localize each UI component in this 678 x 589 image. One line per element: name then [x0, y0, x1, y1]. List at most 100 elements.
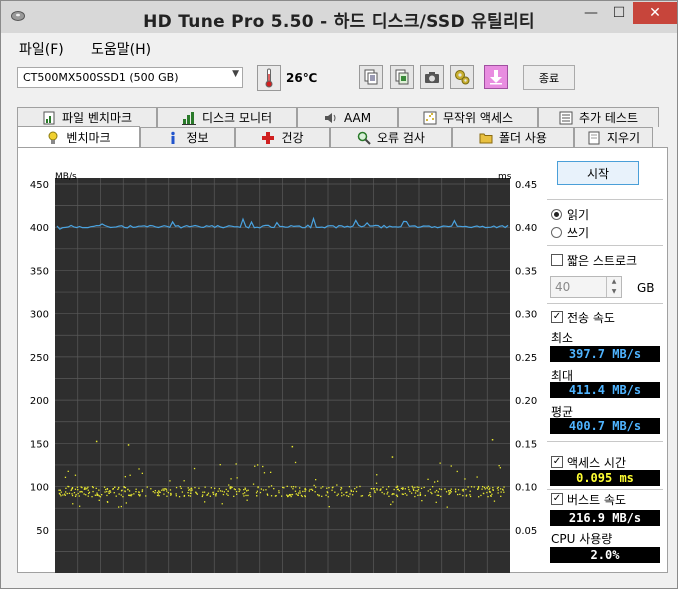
copy-text-button[interactable]	[359, 65, 383, 89]
access-time-point	[270, 471, 272, 473]
tab-disk-monitor[interactable]: 디스크 모니터	[157, 107, 297, 127]
access-time-point	[287, 495, 290, 497]
tab-error-scan[interactable]: 오류 검사	[330, 127, 452, 147]
chart-grid	[55, 178, 510, 573]
access-time-point	[59, 493, 61, 495]
access-time-point	[379, 489, 381, 491]
folder-icon	[479, 133, 493, 143]
access-time-point	[435, 489, 438, 492]
write-radio[interactable]	[551, 227, 562, 238]
access-time-point	[291, 445, 294, 448]
access-time-point	[247, 489, 249, 491]
access-time-point	[124, 476, 126, 478]
maximize-button[interactable]: ☐	[605, 2, 633, 24]
access-time-point	[198, 487, 200, 489]
burst-rate-checkbox[interactable]: ✓	[551, 493, 563, 505]
access-time-point	[129, 474, 131, 476]
tab-random-access[interactable]: 무작위 액세스	[398, 107, 538, 127]
tab-label: 정보	[186, 131, 209, 145]
close-button[interactable]: ✕	[633, 2, 677, 24]
access-time-point	[382, 486, 384, 488]
options-button[interactable]	[450, 65, 474, 89]
access-time-point	[156, 491, 159, 494]
transfer-rate-checkbox[interactable]: ✓	[551, 311, 563, 323]
tab-extra-tests[interactable]: 추가 테스트	[538, 107, 659, 127]
access-time-point	[190, 492, 192, 494]
access-time-point	[228, 484, 230, 486]
access-time-point	[381, 491, 383, 494]
access-time-point	[497, 486, 499, 488]
access-time-point	[74, 488, 77, 490]
tab-label: 디스크 모니터	[201, 111, 273, 125]
access-time-point	[170, 494, 172, 496]
access-time-point	[304, 490, 306, 492]
tab-folder-usage[interactable]: 폴더 사용	[452, 127, 574, 147]
access-time-point	[101, 494, 103, 496]
tab-file-benchmark[interactable]: 파일 벤치마크	[17, 107, 157, 127]
right-tick-label: 0.35	[515, 266, 537, 277]
tab-health[interactable]: 건강	[235, 127, 330, 147]
spin-arrows-icon[interactable]: ▲ ▼	[606, 277, 621, 297]
tab-benchmark[interactable]: 벤치마크	[17, 126, 140, 148]
random-access-icon	[423, 111, 437, 124]
copy-screenshot-button[interactable]	[390, 65, 414, 89]
access-time-point	[162, 488, 164, 490]
access-time-point	[444, 488, 446, 490]
access-time-point	[308, 490, 310, 492]
drive-select[interactable]: CT500MX500SSD1 (500 GB) ▼	[17, 67, 243, 88]
title-bar[interactable]: HD Tune Pro 5.50 - 하드 디스크/SSD 유틸리티 — ☐ ✕	[1, 1, 677, 33]
access-time-point	[412, 487, 414, 489]
access-time-point	[395, 494, 398, 496]
access-time-point	[408, 488, 410, 491]
read-radio[interactable]	[551, 209, 562, 220]
bulb-icon	[48, 131, 58, 144]
copy-text-icon	[364, 69, 378, 85]
save-button[interactable]	[484, 65, 508, 89]
access-time-point	[254, 465, 256, 467]
tab-aam[interactable]: AAM	[297, 107, 398, 127]
menu-help[interactable]: 도움말(H)	[91, 39, 151, 59]
access-time-point	[446, 506, 448, 508]
screenshot-button[interactable]	[420, 65, 444, 89]
tab-label: 무작위 액세스	[442, 111, 514, 125]
access-time-point	[476, 476, 478, 478]
access-time-point	[484, 488, 486, 490]
access-time-point	[74, 474, 77, 476]
access-time-point	[125, 502, 127, 504]
access-time-point	[121, 489, 123, 491]
access-time-point	[66, 492, 68, 495]
access-time-point	[435, 501, 437, 503]
tab-label: AAM	[343, 110, 372, 125]
access-time-point	[278, 490, 280, 492]
access-time-point	[221, 490, 223, 492]
access-time-point	[334, 491, 336, 493]
access-time-point	[268, 486, 270, 488]
access-time-point	[103, 486, 106, 488]
tab-row-bottom: 벤치마크 정보 건강 오류 검사 폴더 사용 지우기	[17, 126, 653, 148]
thermometer-button[interactable]	[257, 65, 281, 91]
short-stroke-checkbox[interactable]	[551, 254, 563, 266]
start-button[interactable]: 시작	[557, 161, 639, 185]
access-time-point	[340, 486, 342, 489]
access-time-point	[326, 487, 328, 489]
access-time-point	[372, 488, 374, 490]
access-time-point	[420, 487, 423, 489]
access-time-point	[87, 486, 89, 488]
access-time-checkbox[interactable]: ✓	[551, 456, 563, 468]
menu-file[interactable]: 파일(F)	[19, 39, 64, 59]
access-time-point	[106, 501, 109, 503]
minimize-button[interactable]: —	[577, 2, 605, 24]
access-time-point	[221, 503, 223, 505]
access-time-point	[215, 495, 217, 497]
access-time-point	[487, 485, 489, 488]
transfer-rate-label: 전송 속도	[567, 311, 615, 325]
access-time-point	[68, 492, 71, 494]
tab-erase[interactable]: 지우기	[574, 127, 653, 147]
right-axis-unit: ms	[498, 172, 512, 182]
exit-button[interactable]: 종료	[523, 65, 575, 90]
access-time-point	[179, 485, 181, 488]
right-tick-label: 0.20	[515, 396, 537, 407]
tab-info[interactable]: 정보	[140, 127, 235, 147]
short-stroke-input[interactable]: 40 ▲ ▼	[550, 276, 622, 298]
health-cross-icon	[262, 131, 275, 144]
